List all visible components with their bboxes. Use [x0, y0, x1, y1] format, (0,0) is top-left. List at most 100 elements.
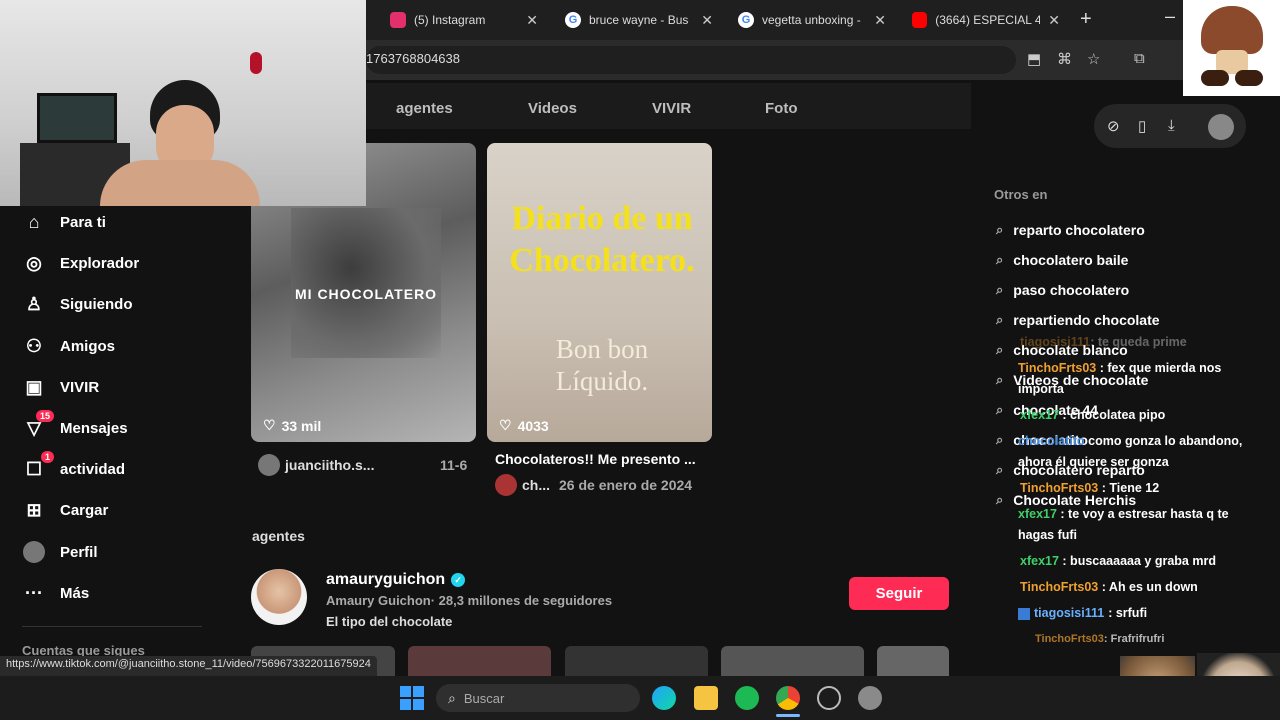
chat-message: TinchoFrts03 : Tiene 12: [1020, 478, 1159, 499]
account-row[interactable]: amauryguichon ✓: [326, 571, 466, 589]
nav-actividad[interactable]: ☐ 1 actividad: [22, 451, 125, 481]
chat-text: : buscaaaaaa y graba mrd: [1062, 554, 1216, 568]
account-video-thumb[interactable]: [565, 646, 708, 676]
tab-label: bruce wayne - Busca: [589, 13, 689, 27]
taskbar-search[interactable]: ⌕ Buscar: [436, 684, 640, 712]
avatar[interactable]: [495, 474, 517, 496]
related-search-item[interactable]: ⌕ repartiendo chocolate: [996, 312, 1160, 328]
related-search-item[interactable]: ⌕ chocolatero baile: [996, 252, 1128, 268]
browser-tab-google-2[interactable]: G vegetta unboxing - B ✕: [728, 6, 896, 34]
chat-message: xfex17 : te voy a estresar hasta q te ha…: [1018, 504, 1263, 546]
install-icon[interactable]: ⬒: [1027, 50, 1041, 68]
url-field[interactable]: [366, 46, 1016, 74]
tab-videos[interactable]: Videos: [528, 100, 577, 117]
nav-label: Mensajes: [60, 419, 128, 437]
search-icon: ⌕: [996, 222, 1004, 237]
nav-siguiendo[interactable]: ♙ Siguiendo: [22, 292, 133, 316]
goomba-foot: [1235, 70, 1263, 86]
chat-text: : srfufi: [1108, 606, 1148, 620]
verified-icon: ✓: [451, 573, 466, 587]
nav-perfil[interactable]: Perfil: [22, 540, 98, 564]
new-tab-button[interactable]: +: [1080, 8, 1092, 31]
related-search-item[interactable]: ⌕ reparto chocolatero: [996, 222, 1145, 238]
browser-tab-instagram[interactable]: (5) Instagram ✕: [380, 6, 548, 34]
home-icon: ⌂: [28, 211, 40, 232]
nav-label: Perfil: [60, 543, 98, 561]
avatar[interactable]: [1208, 114, 1234, 140]
account-video-thumb[interactable]: [408, 646, 551, 676]
like-count: ♡ 4033: [499, 417, 549, 434]
file-explorer-icon[interactable]: [694, 686, 718, 710]
close-icon[interactable]: ✕: [874, 12, 886, 29]
close-icon[interactable]: ✕: [526, 12, 538, 29]
webcam-overlay: [0, 0, 366, 206]
star-icon[interactable]: ☆: [1087, 50, 1100, 68]
chat-user: xfex17: [1018, 507, 1057, 521]
chat-message: xfex17 : chocolatea pipo: [1020, 405, 1165, 426]
tv-screen: [37, 93, 117, 143]
related-search-item[interactable]: ⌕ paso chocolatero: [996, 282, 1129, 298]
browser-tab-google-1[interactable]: G bruce wayne - Busca ✕: [555, 6, 723, 34]
account-video-thumb[interactable]: [877, 646, 949, 676]
streamer-body: [100, 160, 260, 206]
follow-button[interactable]: Seguir: [849, 577, 949, 610]
nav-cargar[interactable]: ⊞ Cargar: [22, 498, 108, 522]
nav-explorador[interactable]: ◎ Explorador: [22, 251, 139, 275]
avatar[interactable]: [251, 569, 307, 625]
chat-user: xfex17: [1020, 554, 1059, 568]
phone-icon[interactable]: ▯: [1138, 117, 1146, 135]
avatar[interactable]: [258, 454, 280, 476]
account-bio: El tipo del chocolate: [326, 614, 453, 629]
edge-icon[interactable]: [652, 686, 676, 710]
video-overlay-sub: Bon bon Líquido.: [555, 334, 649, 396]
related-heading: Otros en: [994, 187, 1048, 202]
related-label: reparto chocolatero: [1013, 222, 1145, 238]
windows-taskbar: [0, 676, 1280, 720]
close-icon[interactable]: ✕: [701, 12, 713, 29]
tab-vivir[interactable]: VIVIR: [652, 100, 691, 117]
compass-icon[interactable]: ⊘: [1107, 117, 1120, 135]
chat-user: tiagosisi111: [1020, 335, 1091, 349]
close-icon[interactable]: ✕: [1048, 12, 1060, 29]
nav-mensajes[interactable]: ▽ 15 Mensajes: [22, 410, 128, 440]
search-icon: ⌕: [996, 342, 1004, 357]
settings-icon[interactable]: [858, 686, 882, 710]
badge-icon: [1018, 607, 1030, 620]
obs-icon[interactable]: [817, 686, 841, 710]
chat-message: tiagosisi111: srfufi: [1018, 603, 1147, 624]
google-icon: G: [738, 12, 754, 28]
tab-foto[interactable]: Foto: [765, 100, 797, 117]
video-author[interactable]: ch...: [522, 477, 550, 493]
search-icon: ⌕: [996, 402, 1004, 417]
minimize-button[interactable]: –: [1165, 6, 1175, 27]
video-caption[interactable]: Chocolateros!! Me presento ...: [495, 451, 696, 467]
video-card[interactable]: Diario de un Chocolatero. Bon bon Líquid…: [487, 143, 712, 442]
search-icon: ⌕: [996, 462, 1004, 477]
download-icon[interactable]: ⤓: [1168, 117, 1175, 134]
chat-user: tiagosisi111: [1034, 606, 1105, 620]
nav-amigos[interactable]: ⚇ Amigos: [22, 334, 115, 358]
more-icon: ···: [25, 582, 43, 603]
translate-icon[interactable]: ⌘: [1057, 50, 1072, 68]
search-icon: ⌕: [996, 372, 1004, 387]
chrome-icon[interactable]: [776, 686, 800, 710]
tab-agentes[interactable]: agentes: [396, 100, 453, 117]
activity-badge: 1: [40, 451, 54, 463]
instagram-icon: [390, 12, 406, 28]
search-icon: ⌕: [996, 252, 1004, 267]
video-author[interactable]: juanciitho.s...: [285, 457, 374, 473]
chat-user: chocolatito: [1018, 434, 1085, 448]
nav-vivir[interactable]: ▣ VIVIR: [22, 375, 99, 399]
chat-user: TinchoFrts03: [1020, 481, 1099, 495]
windows-start-icon[interactable]: [400, 686, 424, 710]
nav-para-ti[interactable]: ⌂ Para ti: [22, 210, 106, 234]
account-video-thumb[interactable]: [721, 646, 864, 676]
spotify-icon[interactable]: [735, 686, 759, 710]
related-label: repartiendo chocolate: [1013, 312, 1160, 328]
heart-icon: ♡: [263, 417, 276, 433]
nav-mas[interactable]: ··· Más: [22, 581, 89, 605]
extensions-icon[interactable]: ⧉: [1134, 50, 1145, 67]
compass-icon: ◎: [26, 252, 42, 273]
browser-tab-youtube[interactable]: (3664) ESPECIAL 400 ✕: [902, 6, 1070, 34]
friends-icon: ⚇: [25, 335, 43, 356]
